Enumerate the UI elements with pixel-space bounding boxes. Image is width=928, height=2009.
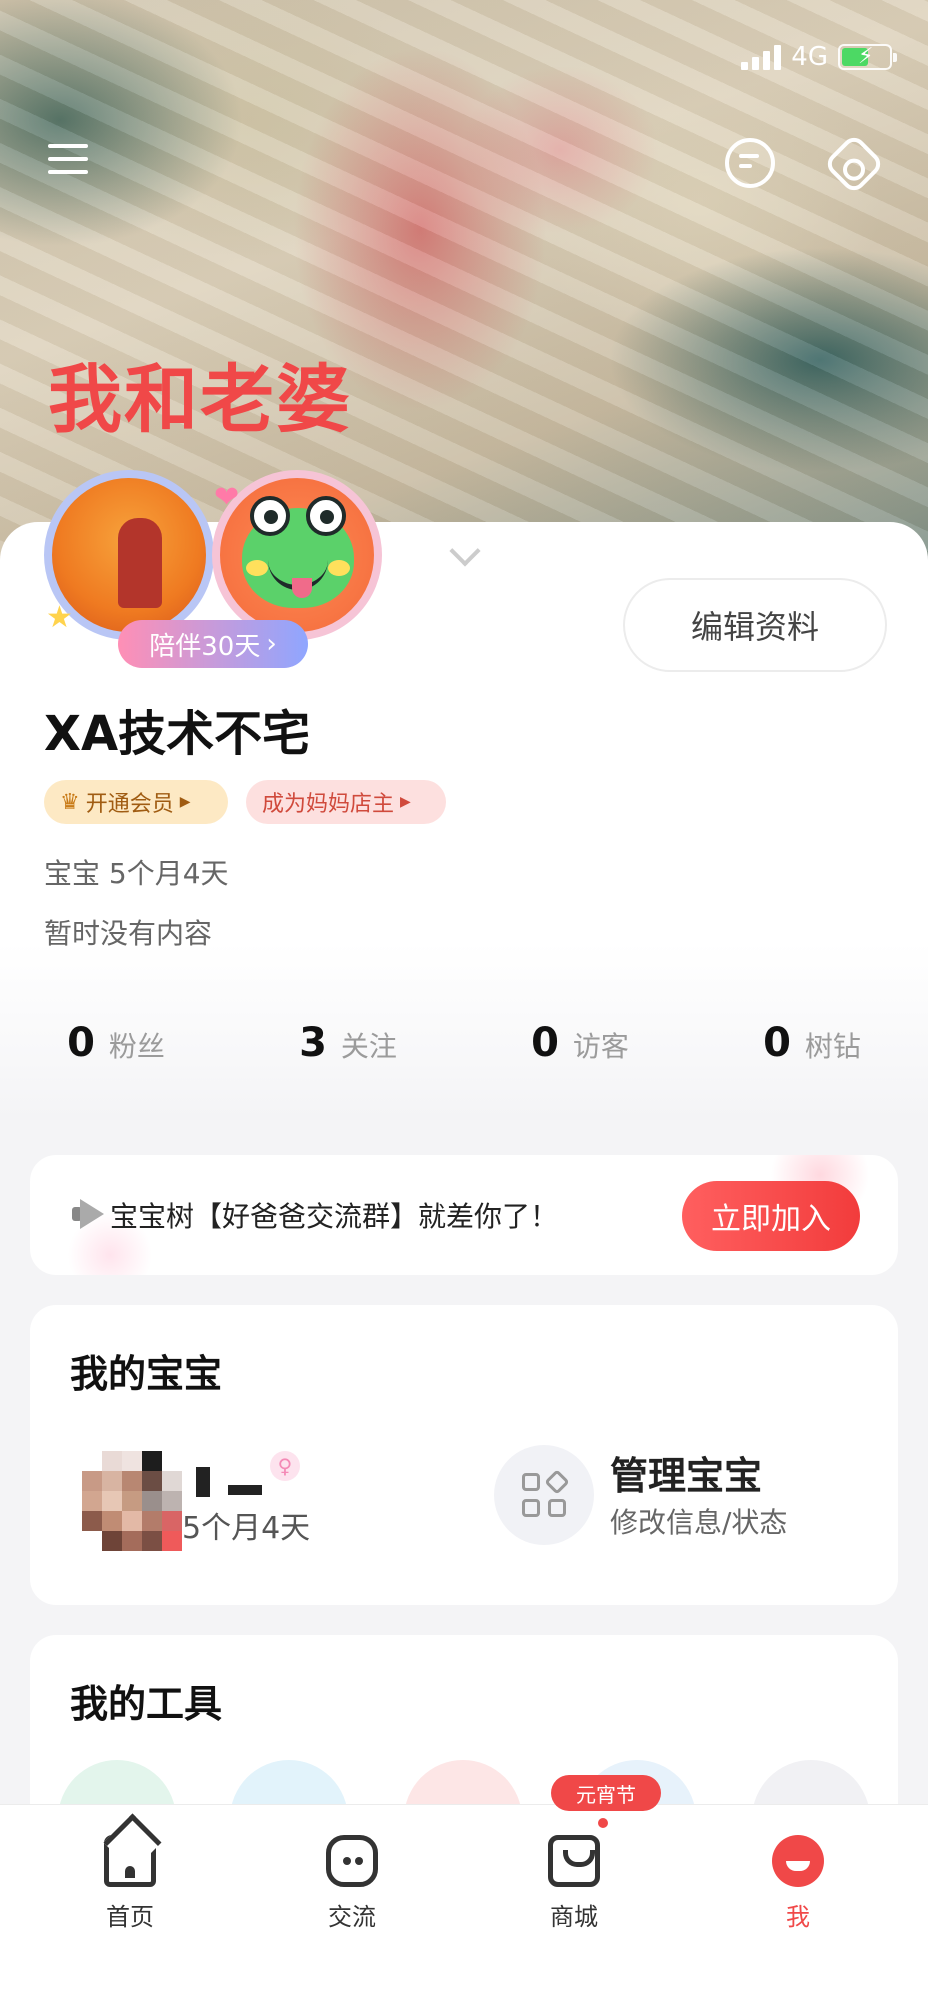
banner-text: 宝宝树【好爸爸交流群】就差你了！	[110, 1200, 559, 1233]
stat-value: 0	[531, 1020, 559, 1066]
home-icon	[104, 1835, 156, 1887]
baby-age: 5个月4天	[182, 1511, 311, 1546]
shop-owner-badge[interactable]: 成为妈妈店主 ▶	[246, 780, 446, 824]
nav-label: 商城	[550, 1903, 598, 1931]
companion-label: 陪伴30天	[149, 631, 261, 662]
baby-avatar[interactable]	[82, 1451, 182, 1551]
nav-item-chat[interactable]: 交流	[292, 1835, 412, 1932]
nav-item-home[interactable]: 首页	[70, 1835, 190, 1932]
me-icon	[772, 1835, 824, 1887]
stat-label: 访客	[572, 1030, 629, 1063]
notification-dot	[596, 1816, 610, 1830]
triangle-right-icon: ▶	[400, 794, 411, 810]
battery-icon: ⚡	[838, 44, 897, 70]
festival-badge: 元宵节	[551, 1775, 661, 1811]
nav-label: 我	[786, 1903, 810, 1931]
chevron-right-icon: ›	[266, 629, 277, 659]
stat-following[interactable]: 3 关注	[232, 1020, 464, 1066]
status-bar: 4G ⚡	[741, 42, 897, 72]
chevron-down-icon[interactable]	[444, 546, 484, 566]
cover-title: 我和老婆	[48, 357, 352, 443]
shop-badge-label: 成为妈妈店主	[262, 792, 395, 817]
edit-profile-button[interactable]: 编辑资料	[623, 578, 887, 672]
shop-bag-icon	[548, 1835, 600, 1887]
heart-icon: ❤	[214, 480, 240, 515]
baby-name	[196, 1467, 262, 1497]
network-type: 4G	[791, 42, 828, 72]
nav-label: 首页	[106, 1903, 154, 1931]
manage-baby-subtitle: 修改信息/状态	[610, 1506, 788, 1539]
crown-icon: ♛	[60, 789, 80, 815]
manage-grid-icon[interactable]	[494, 1445, 594, 1545]
stat-label: 粉丝	[108, 1030, 165, 1063]
baby-age-line: 宝宝 5个月4天	[44, 857, 229, 890]
female-gender-icon: ♀	[270, 1451, 300, 1481]
vip-badge[interactable]: ♛ 开通会员 ▶	[44, 780, 228, 824]
card-title: 我的宝宝	[70, 1352, 223, 1396]
bio-text: 暂时没有内容	[44, 917, 213, 950]
my-baby-card: 我的宝宝 ♀ 5个月4天 管理宝宝 修改信息/状态	[30, 1305, 898, 1605]
stat-diamonds[interactable]: 0 树钻	[696, 1020, 928, 1066]
stat-value: 3	[299, 1020, 327, 1066]
stat-label: 关注	[340, 1030, 397, 1063]
group-invite-banner[interactable]: 宝宝树【好爸爸交流群】就差你了！ 立即加入	[30, 1155, 898, 1275]
nav-label: 交流	[328, 1903, 376, 1931]
chat-icon	[326, 1835, 378, 1887]
card-title: 我的工具	[70, 1682, 223, 1726]
stat-label: 树钻	[804, 1030, 861, 1063]
username: XA技术不宅	[44, 706, 311, 762]
triangle-right-icon: ▶	[179, 794, 191, 810]
nav-item-me[interactable]: 我	[738, 1835, 858, 1932]
message-icon[interactable]	[725, 138, 775, 188]
stat-fans[interactable]: 0 粉丝	[0, 1020, 232, 1066]
stat-visitors[interactable]: 0 访客	[464, 1020, 696, 1066]
nav-item-shop[interactable]: 商城	[514, 1835, 634, 1932]
stats-row: 0 粉丝 3 关注 0 访客 0 树钻	[0, 1020, 928, 1066]
frog-avatar-icon	[242, 496, 354, 608]
stat-value: 0	[67, 1020, 95, 1066]
star-icon: ★	[46, 600, 73, 635]
signal-icon	[741, 44, 782, 70]
join-now-button[interactable]: 立即加入	[682, 1181, 860, 1251]
menu-icon[interactable]	[48, 144, 88, 176]
vip-badge-label: 开通会员	[85, 792, 174, 817]
megaphone-icon	[72, 1199, 106, 1229]
bottom-navigation: 首页 交流 商城 我	[0, 1804, 928, 2009]
stat-value: 0	[763, 1020, 791, 1066]
manage-baby-title[interactable]: 管理宝宝	[610, 1445, 762, 1500]
companion-days-pill[interactable]: 陪伴30天 ›	[118, 620, 308, 668]
